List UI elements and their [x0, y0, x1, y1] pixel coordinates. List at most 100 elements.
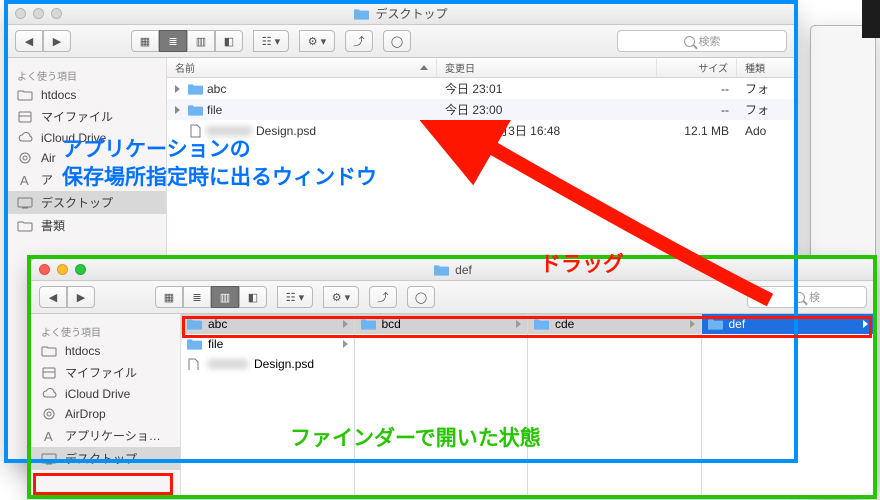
disclosure-triangle-icon[interactable]: [175, 106, 180, 114]
tags-button[interactable]: ◯: [407, 286, 435, 308]
sidebar-item[interactable]: AirDrop: [31, 404, 180, 424]
table-row[interactable]: Design.psd2015年11月3日 16:4812.1 MBAdo: [167, 120, 795, 141]
table-row[interactable]: file今日 23:00--フォ: [167, 99, 795, 120]
sidebar-item-label: マイファイル: [41, 108, 113, 125]
browser-column: cde: [528, 314, 702, 497]
sidebar-item[interactable]: htdocs: [7, 85, 166, 105]
chevron-right-icon: [343, 340, 348, 348]
search-icon: [684, 36, 695, 47]
chevron-right-icon: [516, 320, 521, 328]
view-coverflow-button[interactable]: ◧: [239, 286, 267, 308]
sidebar-item[interactable]: デスクトップ: [31, 447, 180, 470]
view-list-button[interactable]: ≣: [183, 286, 211, 308]
folder-icon: [361, 318, 376, 330]
close-traffic-light[interactable]: [39, 264, 50, 275]
sidebar-item[interactable]: デスクトップ: [7, 191, 166, 214]
arrange-button[interactable]: ☷ ▾: [277, 286, 313, 308]
sidebar-item[interactable]: マイファイル: [31, 361, 180, 384]
sidebar-item-label: iCloud Drive: [65, 387, 130, 401]
folder-icon: [17, 88, 33, 102]
sidebar-item[interactable]: 書類: [7, 214, 166, 237]
folder-icon: [187, 318, 202, 330]
apps-icon: A: [41, 429, 57, 443]
cloud-icon: [17, 131, 33, 145]
column-item-label: bcd: [382, 317, 401, 331]
disclosure-triangle-icon[interactable]: [175, 85, 180, 93]
share-button[interactable]: ⤴: [345, 30, 373, 52]
redacted-text: [208, 359, 248, 369]
sidebar-item[interactable]: A アプリケーショ…: [31, 424, 180, 447]
folder-icon: [434, 264, 449, 276]
close-traffic-light[interactable]: [15, 8, 26, 19]
folder-icon: [188, 83, 203, 95]
column-item[interactable]: bcd: [355, 314, 528, 334]
sidebar-item-label: Air: [41, 151, 56, 165]
view-columns-button[interactable]: ▥: [187, 30, 215, 52]
arrange-button[interactable]: ☷ ▾: [253, 30, 289, 52]
doc-icon: [188, 124, 202, 138]
sidebar-item-label: htdocs: [65, 344, 100, 358]
sidebar-item[interactable]: Air: [7, 148, 166, 168]
column-item-label: abc: [208, 317, 227, 331]
view-icons-button[interactable]: ▦: [131, 30, 159, 52]
file-date: 今日 23:00: [437, 101, 657, 118]
view-columns-button[interactable]: ▥: [211, 286, 239, 308]
column-item[interactable]: file: [181, 334, 354, 354]
dark-edge: [862, 0, 880, 38]
tags-button[interactable]: ◯: [383, 30, 411, 52]
folder-icon: [188, 104, 203, 116]
cloud-icon: [41, 387, 57, 401]
column-browser: abc file Design.psd bcd cde def: [181, 314, 875, 497]
sidebar: よく使う項目 htdocsマイファイルiCloud DriveAirDropAア…: [31, 314, 181, 497]
minimize-traffic-light[interactable]: [57, 264, 68, 275]
minimize-traffic-light[interactable]: [33, 8, 44, 19]
file-size: 12.1 MB: [657, 124, 737, 138]
search-field[interactable]: 検: [747, 286, 867, 308]
zoom-traffic-light[interactable]: [51, 8, 62, 19]
apps-icon: A: [17, 173, 33, 187]
view-list-button[interactable]: ≣: [159, 30, 187, 52]
sidebar-item[interactable]: マイファイル: [7, 105, 166, 128]
action-button[interactable]: ⚙ ▾: [299, 30, 335, 52]
back-button[interactable]: ◀: [39, 286, 67, 308]
column-item[interactable]: def: [702, 314, 875, 334]
view-icons-button[interactable]: ▦: [155, 286, 183, 308]
column-item-label: Design.psd: [254, 357, 314, 371]
column-item[interactable]: abc: [181, 314, 354, 334]
share-button[interactable]: ⤴: [369, 286, 397, 308]
browser-column: bcd: [355, 314, 529, 497]
action-button[interactable]: ⚙ ▾: [323, 286, 359, 308]
view-coverflow-button[interactable]: ◧: [215, 30, 243, 52]
titlebar[interactable]: デスクトップ: [7, 3, 795, 25]
file-size: --: [657, 82, 737, 96]
column-item[interactable]: cde: [528, 314, 701, 334]
folder-icon: [708, 318, 723, 330]
folder-icon: [354, 8, 369, 20]
sidebar-item[interactable]: iCloud Drive: [7, 128, 166, 148]
desktop-icon: [41, 452, 57, 466]
col-kind[interactable]: 種類: [737, 58, 795, 77]
sidebar-item[interactable]: Aア: [7, 168, 166, 191]
column-item[interactable]: Design.psd: [181, 354, 354, 374]
sidebar-item-label: iCloud Drive: [41, 131, 106, 145]
file-kind: フォ: [737, 80, 795, 97]
col-date[interactable]: 変更日: [437, 58, 657, 77]
titlebar[interactable]: def: [31, 259, 875, 281]
sidebar-item[interactable]: htdocs: [31, 341, 180, 361]
table-row[interactable]: abc今日 23:01--フォ: [167, 78, 795, 99]
sidebar-item-label: アプリケーショ…: [65, 427, 161, 444]
zoom-traffic-light[interactable]: [75, 264, 86, 275]
col-name[interactable]: 名前: [167, 58, 437, 77]
file-date: 2015年11月3日 16:48: [437, 122, 657, 139]
col-size[interactable]: サイズ: [657, 58, 737, 77]
search-field[interactable]: 検索: [617, 30, 787, 52]
back-button[interactable]: ◀: [15, 30, 43, 52]
forward-button[interactable]: ▶: [67, 286, 95, 308]
sidebar-item-label: デスクトップ: [65, 450, 137, 467]
toolbar: ◀ ▶ ▦ ≣ ▥ ◧ ☷ ▾ ⚙ ▾ ⤴ ◯ 検: [31, 281, 875, 314]
airdrop-icon: [17, 151, 33, 165]
forward-button[interactable]: ▶: [43, 30, 71, 52]
sidebar-item[interactable]: iCloud Drive: [31, 384, 180, 404]
finder-window: def ◀ ▶ ▦ ≣ ▥ ◧ ☷ ▾ ⚙ ▾ ⤴ ◯ 検 よく使う項目 htd…: [30, 258, 876, 498]
column-item-label: def: [729, 317, 746, 331]
